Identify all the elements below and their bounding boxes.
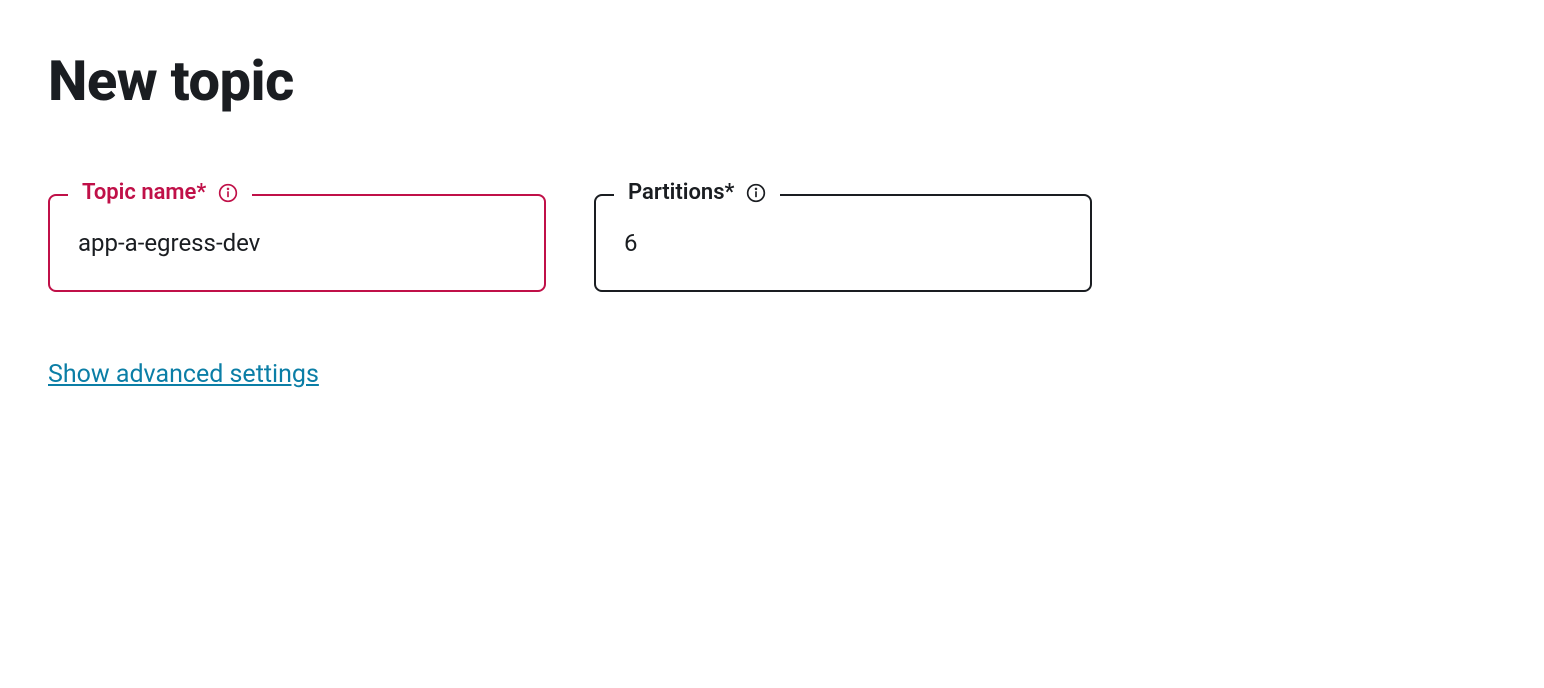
info-icon[interactable] [218, 183, 238, 203]
form-row: Topic name* Partitions* [48, 194, 1496, 292]
topic-name-label-text: Topic name* [82, 180, 206, 205]
partitions-field-wrap: Partitions* [594, 194, 1092, 292]
page-title: New topic [48, 48, 1496, 114]
topic-name-label: Topic name* [68, 180, 252, 205]
topic-name-field-wrap: Topic name* [48, 194, 546, 292]
show-advanced-settings-link[interactable]: Show advanced settings [48, 360, 319, 389]
partitions-label: Partitions* [614, 180, 780, 205]
topic-name-input[interactable] [48, 194, 546, 292]
info-icon[interactable] [746, 183, 766, 203]
partitions-input[interactable] [594, 194, 1092, 292]
partitions-label-text: Partitions* [628, 180, 734, 205]
